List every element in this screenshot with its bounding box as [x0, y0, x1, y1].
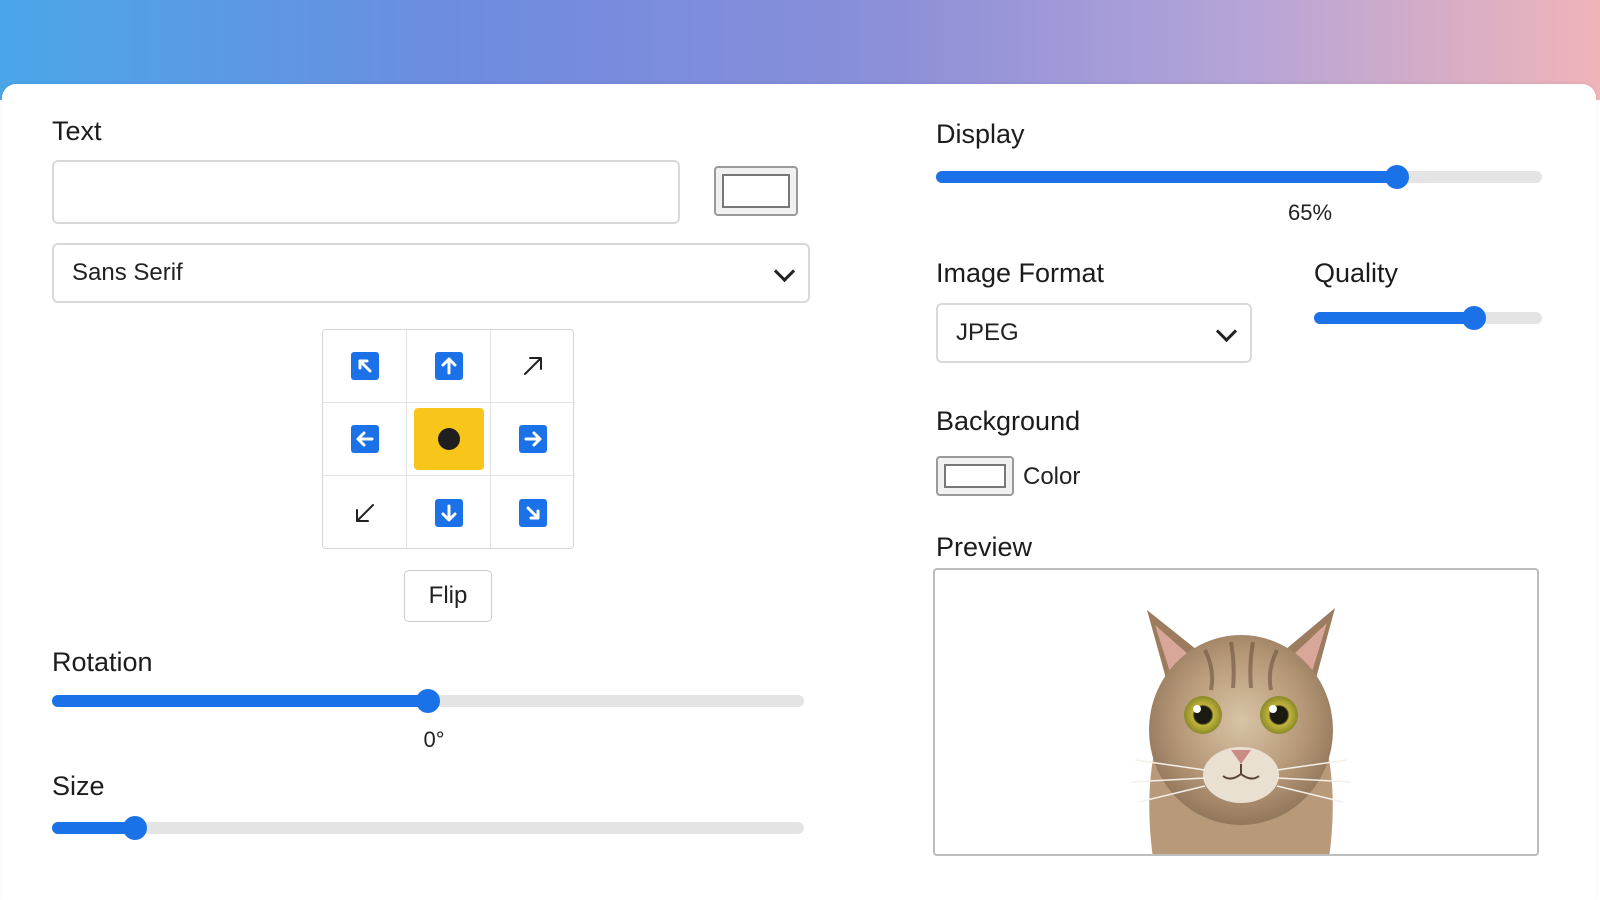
arrow-right-icon: [519, 425, 547, 453]
display-slider-fill: [936, 171, 1397, 183]
text-label: Text: [52, 116, 102, 146]
image-format-select[interactable]: JPEG: [936, 303, 1252, 363]
position-top-center[interactable]: [407, 330, 491, 403]
background-color-label: Color: [1023, 463, 1081, 490]
quality-slider[interactable]: [1314, 306, 1542, 330]
rotation-value: 0°: [423, 727, 445, 752]
size-label: Size: [52, 771, 105, 801]
rotation-slider-fill: [52, 695, 428, 707]
position-bottom-right[interactable]: [491, 476, 575, 549]
position-center[interactable]: [407, 403, 491, 476]
position-bottom-left[interactable]: [323, 476, 407, 549]
text-input[interactable]: [52, 160, 680, 224]
arrow-down-icon: [434, 498, 463, 527]
font-select-value: Sans Serif: [72, 259, 183, 286]
text-color-button[interactable]: [714, 166, 798, 216]
background-label: Background: [936, 406, 1081, 436]
position-middle-right[interactable]: [491, 403, 575, 476]
rotation-label: Rotation: [52, 647, 153, 677]
arrow-left-icon: [350, 425, 379, 453]
position-top-left[interactable]: [323, 330, 407, 403]
display-slider-thumb[interactable]: [1384, 165, 1409, 189]
background-color-swatch: [944, 464, 1006, 488]
cat-image: [1130, 608, 1352, 854]
position-grid: [322, 329, 575, 549]
image-format-label: Image Format: [936, 258, 1105, 288]
quality-slider-thumb[interactable]: [1461, 306, 1486, 330]
text-color-swatch: [722, 174, 790, 208]
size-slider[interactable]: [52, 816, 804, 840]
arrow-up-right-icon: [524, 357, 542, 375]
position-top-right[interactable]: [491, 330, 575, 403]
background-color-button[interactable]: [936, 456, 1014, 496]
arrow-down-right-icon: [519, 498, 547, 527]
center-dot-icon: [437, 428, 460, 450]
arrow-down-left-icon: [355, 503, 374, 522]
position-bottom-center[interactable]: [407, 476, 491, 549]
chevron-down-icon: [1215, 320, 1238, 343]
quality-label: Quality: [1314, 258, 1399, 288]
position-middle-left[interactable]: [323, 403, 407, 476]
flip-button[interactable]: Flip: [404, 570, 492, 622]
center-selected: [413, 408, 484, 470]
chevron-down-icon: [773, 260, 796, 283]
font-select[interactable]: Sans Serif: [52, 243, 810, 303]
arrow-up-icon: [434, 352, 463, 380]
rotation-slider-thumb[interactable]: [416, 689, 440, 713]
preview-area: [933, 568, 1539, 856]
image-format-value: JPEG: [956, 319, 1019, 346]
size-slider-thumb[interactable]: [122, 816, 147, 840]
display-label: Display: [936, 119, 1025, 149]
arrow-up-left-icon: [350, 352, 379, 380]
display-slider[interactable]: [936, 165, 1542, 189]
quality-slider-fill: [1314, 312, 1474, 324]
rotation-slider[interactable]: [52, 689, 804, 713]
display-value: 65%: [1287, 200, 1333, 225]
preview-label: Preview: [936, 532, 1033, 562]
